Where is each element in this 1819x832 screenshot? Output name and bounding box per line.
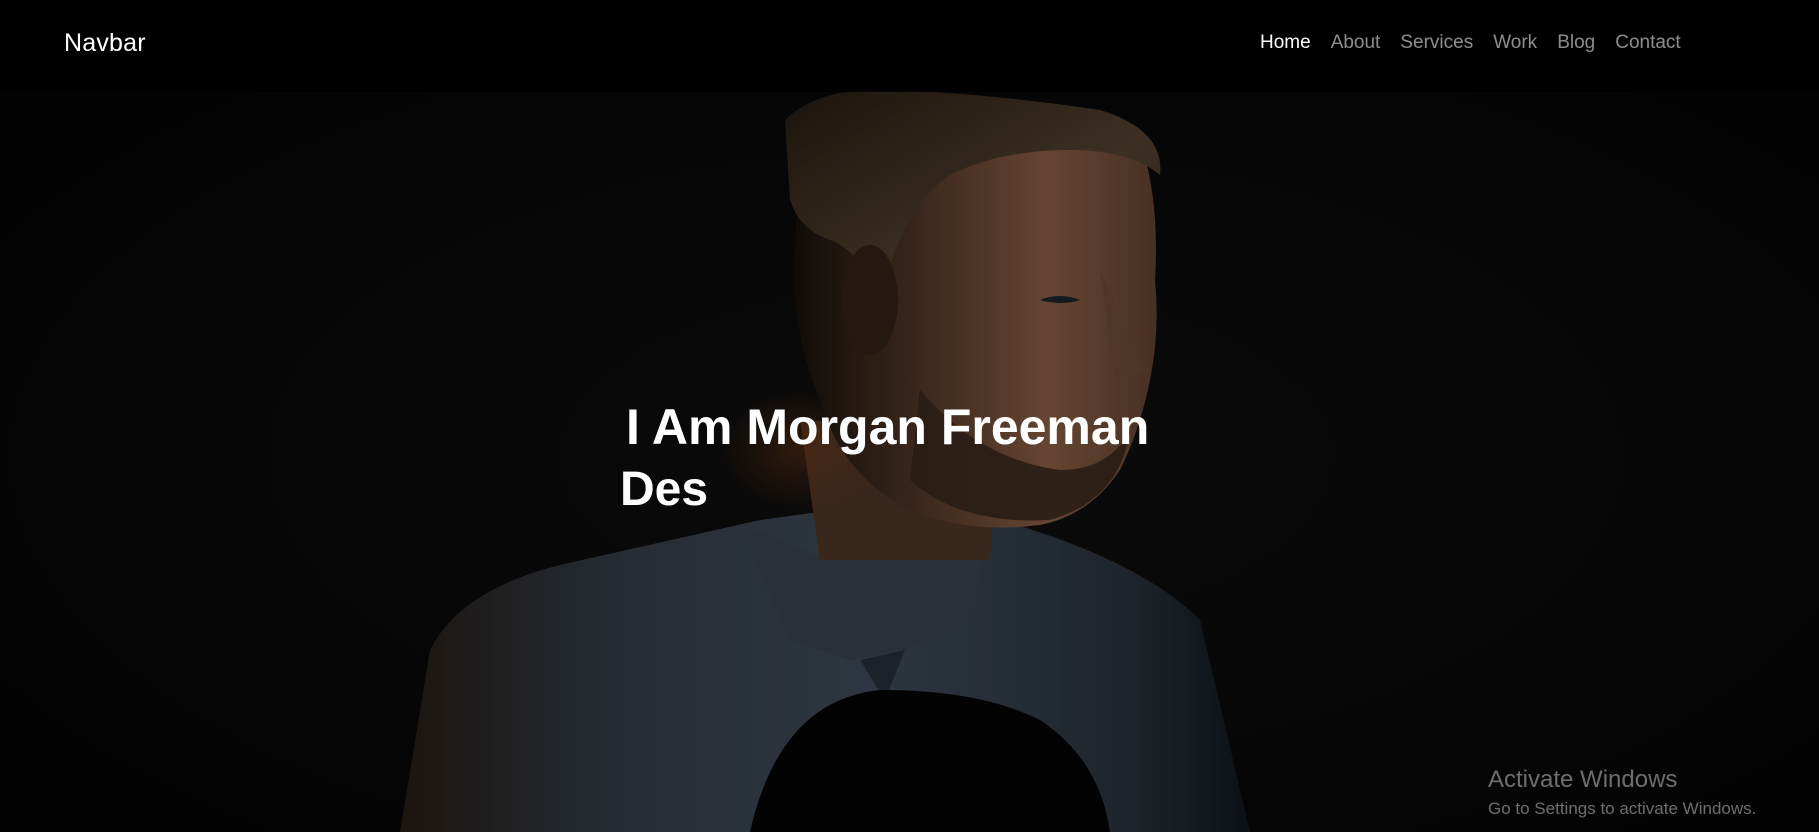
- nav-link-home[interactable]: Home: [1260, 32, 1311, 53]
- nav-item-blog: Blog: [1557, 32, 1595, 54]
- hero-typed-text: Des: [620, 463, 709, 516]
- watermark-title: Activate Windows: [1488, 766, 1678, 793]
- navbar: Navbar Home About Services Work Blog Con…: [0, 0, 1819, 92]
- nav-item-services: Services: [1400, 32, 1473, 54]
- nav-link-about[interactable]: About: [1331, 32, 1381, 53]
- nav-link-work[interactable]: Work: [1493, 32, 1537, 53]
- activate-windows-watermark: Activate Windows Go to Settings to activ…: [1488, 765, 1756, 823]
- watermark-subtitle: Go to Settings to activate Windows.: [1488, 799, 1757, 818]
- nav-link-contact[interactable]: Contact: [1615, 32, 1680, 53]
- nav-links: Home About Services Work Blog Contact: [1260, 32, 1701, 54]
- nav-item-work: Work: [1493, 32, 1537, 54]
- nav-item-home: Home: [1260, 32, 1311, 54]
- nav-item-contact: Contact: [1615, 32, 1680, 54]
- page: Navbar Home About Services Work Blog Con…: [0, 0, 1819, 832]
- nav-link-blog[interactable]: Blog: [1557, 32, 1595, 53]
- nav-item-about: About: [1331, 32, 1381, 54]
- hero-title: I Am Morgan Freeman: [626, 399, 1150, 455]
- nav-link-services[interactable]: Services: [1400, 32, 1473, 53]
- navbar-brand[interactable]: Navbar: [64, 29, 146, 58]
